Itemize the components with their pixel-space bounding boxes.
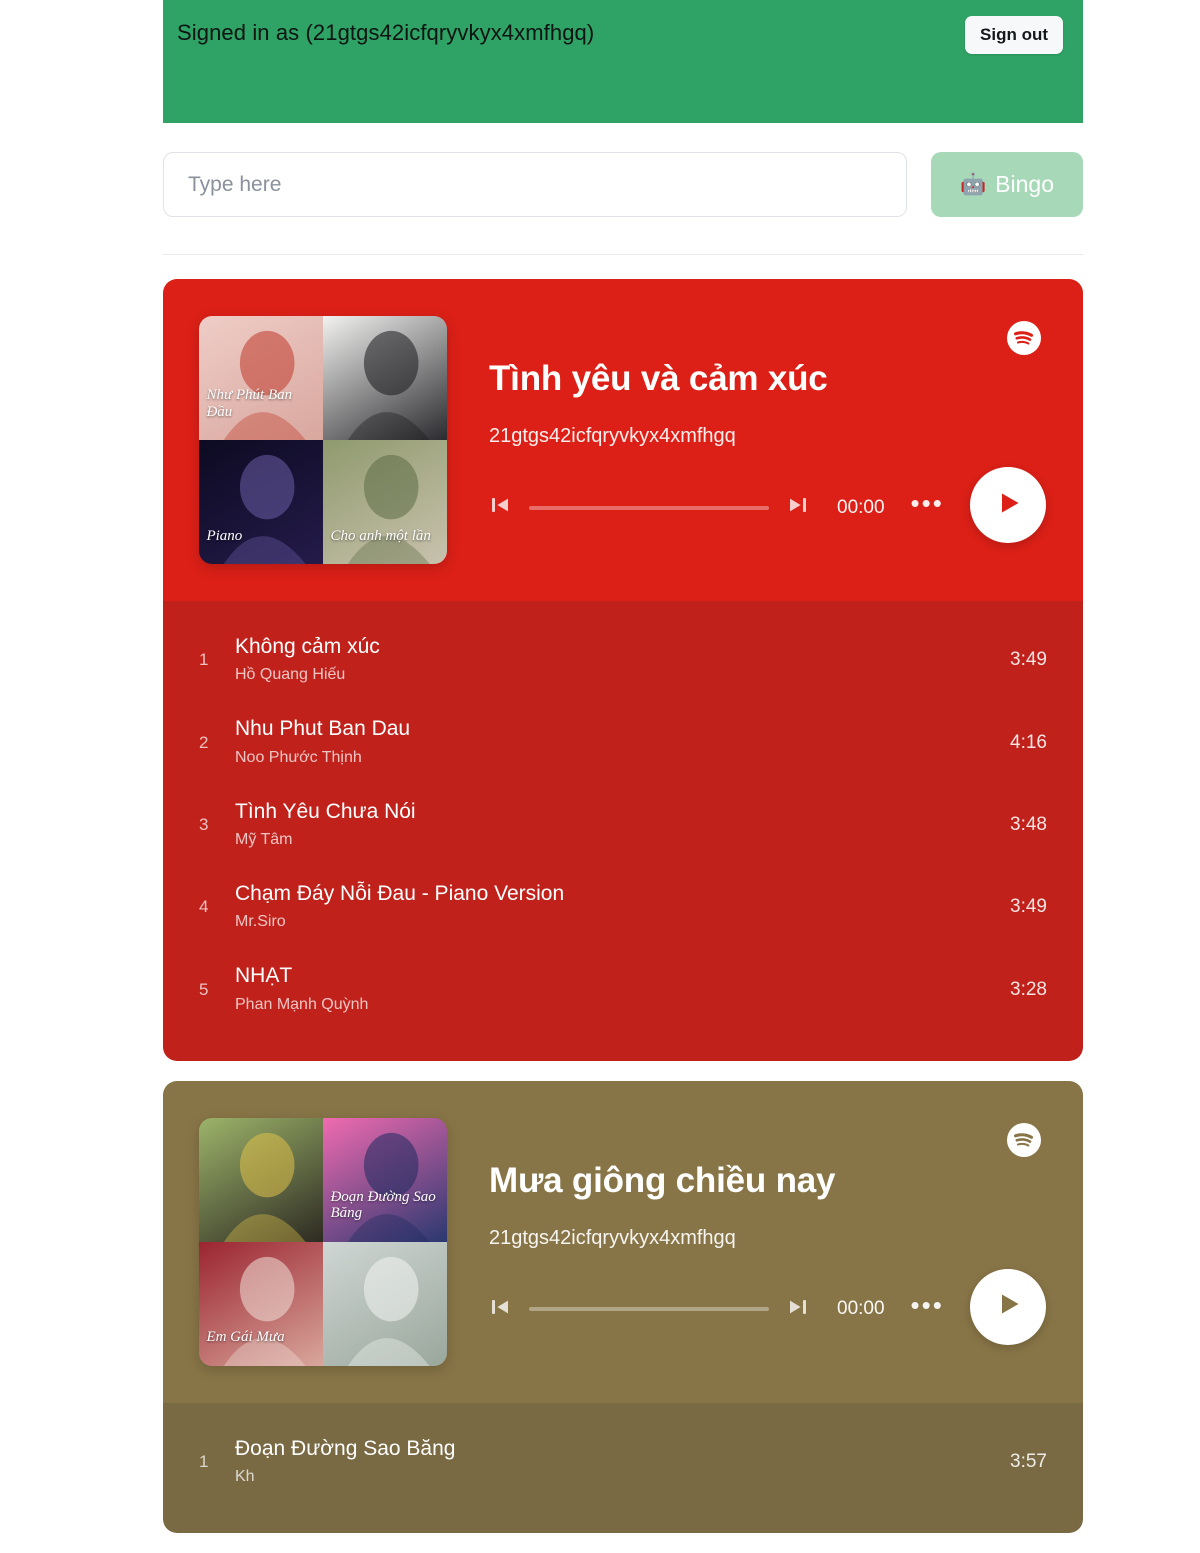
playlist-title: Mưa giông chiều nay — [489, 1160, 836, 1200]
track-duration: 3:57 — [1010, 1450, 1047, 1472]
track-list: 1 Đoạn Đường Sao Băng Kh 3:57 — [163, 1402, 1083, 1534]
playback-timecode: 00:00 — [837, 496, 885, 518]
track-info: Nhu Phut Ban Dau Noo Phước Thịnh — [235, 715, 992, 769]
album-cover-tile: Như Phút Ban Đầu — [199, 316, 323, 440]
album-cover-title: Như Phút Ban Đầu — [206, 387, 293, 420]
track-info: Chạm Đáy Nỗi Đau - Piano Version Mr.Siro — [235, 880, 992, 934]
track-artist: Mỹ Tâm — [235, 831, 293, 849]
track-row[interactable]: 1 Không cảm xúc Hồ Quang Hiếu 3:49 — [199, 619, 1047, 701]
album-cover-tile: Đoạn Đường Sao Băng — [323, 1117, 447, 1242]
playlist-card: Đoạn Đường Sao Băng Em Gái Mưa Mưa giông c… — [163, 1080, 1083, 1534]
track-row[interactable]: 4 Chạm Đáy Nỗi Đau - Piano Version Mr.Siro… — [199, 866, 1047, 948]
playlist-title: Tình yêu và cảm xúc — [489, 358, 828, 398]
track-duration: 4:16 — [1010, 731, 1047, 753]
track-row[interactable]: 2 Nhu Phut Ban Dau Noo Phước Thịnh 4:16 — [199, 701, 1047, 783]
track-title: NHẠT — [235, 964, 293, 988]
playback-progress-bar[interactable] — [529, 1307, 769, 1312]
track-row[interactable]: 5 NHẠT Phan Mạnh Quỳnh 3:28 — [199, 948, 1047, 1030]
album-cover-tile — [199, 1117, 323, 1242]
next-track-icon[interactable] — [787, 1296, 809, 1323]
track-duration: 3:28 — [1010, 978, 1047, 1000]
playlist-meta: Mưa giông chiều nay 21gtgs42icfqryvkyx4xm… — [447, 1161, 1049, 1323]
next-track-icon[interactable] — [787, 494, 809, 521]
playlist-owner: 21gtgs42icfqryvkyx4xmfhgq — [489, 425, 736, 448]
track-title: Chạm Đáy Nỗi Đau - Piano Version — [235, 882, 565, 906]
album-cover-tile: Cho anh một lần — [323, 440, 447, 564]
album-cover-title: Đoạn Đường Sao Băng — [330, 1188, 436, 1222]
player-controls: 00:00 ••• — [489, 1292, 942, 1323]
track-duration: 3:49 — [1010, 896, 1047, 918]
track-number: 4 — [199, 897, 209, 917]
track-artist: Phan Mạnh Quỳnh — [235, 995, 369, 1013]
playlist-owner: 21gtgs42icfqryvkyx4xmfhgq — [489, 1226, 736, 1249]
robot-icon: 🤖 — [960, 173, 987, 196]
play-icon — [991, 486, 1025, 525]
album-cover-title: Piano — [206, 527, 243, 544]
track-duration: 3:48 — [1010, 813, 1047, 835]
track-artist: Kh — [235, 1468, 255, 1486]
playlist-meta: Tình yêu và cảm xúc 21gtgs42icfqryvkyx4xm… — [447, 359, 1049, 521]
track-info: Không cảm xúc Hồ Quang Hiếu — [235, 633, 992, 687]
spotify-icon[interactable] — [1007, 321, 1041, 355]
track-info: NHẠT Phan Mạnh Quỳnh — [235, 962, 992, 1016]
playlist-header: Như Phút Ban Đầu Piano Cho anh một lần Tình… — [163, 279, 1083, 601]
track-artist: Mr.Siro — [235, 913, 286, 931]
playlist-card: Như Phút Ban Đầu Piano Cho anh một lần Tình… — [163, 279, 1083, 1061]
track-number: 5 — [199, 979, 209, 999]
more-options-icon[interactable]: ••• — [911, 1292, 944, 1319]
track-list: 1 Không cảm xúc Hồ Quang Hiếu 3:49 2 Nhu Phut… — [163, 601, 1083, 1061]
album-cover-title: Cho anh một lần — [330, 527, 431, 544]
signed-in-row: Signed in as (21gtgs42icfqryvkyx4xmfhgq)… — [177, 16, 1063, 54]
previous-track-icon[interactable] — [489, 1296, 511, 1323]
search-input[interactable] — [163, 152, 907, 217]
playback-timecode: 00:00 — [837, 1298, 885, 1320]
bingo-button-label: Bingo — [995, 171, 1054, 197]
track-artist: Noo Phước Thịnh — [235, 748, 362, 766]
track-number: 1 — [199, 1451, 209, 1471]
player-controls: 00:00 ••• — [489, 490, 942, 521]
album-cover-tile — [323, 1241, 447, 1366]
play-icon — [991, 1287, 1025, 1326]
more-options-icon[interactable]: ••• — [911, 490, 944, 517]
album-cover-title: Em Gái Mưa — [206, 1329, 285, 1346]
playlist-cover-art: Đoạn Đường Sao Băng Em Gái Mưa — [199, 1117, 447, 1366]
signed-in-banner: Signed in as (21gtgs42icfqryvkyx4xmfhgq)… — [163, 0, 1083, 123]
play-button[interactable] — [970, 467, 1046, 543]
track-row[interactable]: 3 Tình Yêu Chưa Nói Mỹ Tâm 3:48 — [199, 784, 1047, 866]
track-title: Tình Yêu Chưa Nói — [235, 799, 416, 823]
spotify-icon[interactable] — [1007, 1122, 1041, 1157]
sign-out-button[interactable]: Sign out — [965, 16, 1063, 54]
playlist-list: Như Phút Ban Đầu Piano Cho anh một lần Tình… — [163, 255, 1083, 1534]
album-cover-tile — [323, 316, 447, 440]
bingo-button[interactable]: 🤖 Bingo — [931, 152, 1083, 217]
track-title: Nhu Phut Ban Dau — [235, 717, 411, 741]
album-cover-tile: Em Gái Mưa — [199, 1241, 323, 1366]
track-number: 2 — [199, 732, 209, 752]
track-artist: Hồ Quang Hiếu — [235, 666, 346, 684]
track-info: Tình Yêu Chưa Nói Mỹ Tâm — [235, 798, 992, 852]
track-number: 1 — [199, 650, 209, 670]
track-number: 3 — [199, 814, 209, 834]
track-row[interactable]: 1 Đoạn Đường Sao Băng Kh 3:57 — [199, 1421, 1047, 1503]
search-row: 🤖 Bingo — [163, 123, 1083, 217]
playback-progress-bar[interactable] — [529, 505, 769, 510]
previous-track-icon[interactable] — [489, 494, 511, 521]
album-cover-tile: Piano — [199, 440, 323, 564]
playlist-header: Đoạn Đường Sao Băng Em Gái Mưa Mưa giông c… — [163, 1080, 1083, 1403]
track-title: Không cảm xúc — [235, 635, 380, 658]
track-title: Đoạn Đường Sao Băng — [235, 1436, 456, 1460]
signed-in-label: Signed in as (21gtgs42icfqryvkyx4xmfhgq) — [177, 20, 595, 45]
track-duration: 3:49 — [1010, 649, 1047, 671]
play-button[interactable] — [970, 1268, 1046, 1345]
playlist-cover-art: Như Phút Ban Đầu Piano Cho anh một lần — [199, 316, 447, 564]
